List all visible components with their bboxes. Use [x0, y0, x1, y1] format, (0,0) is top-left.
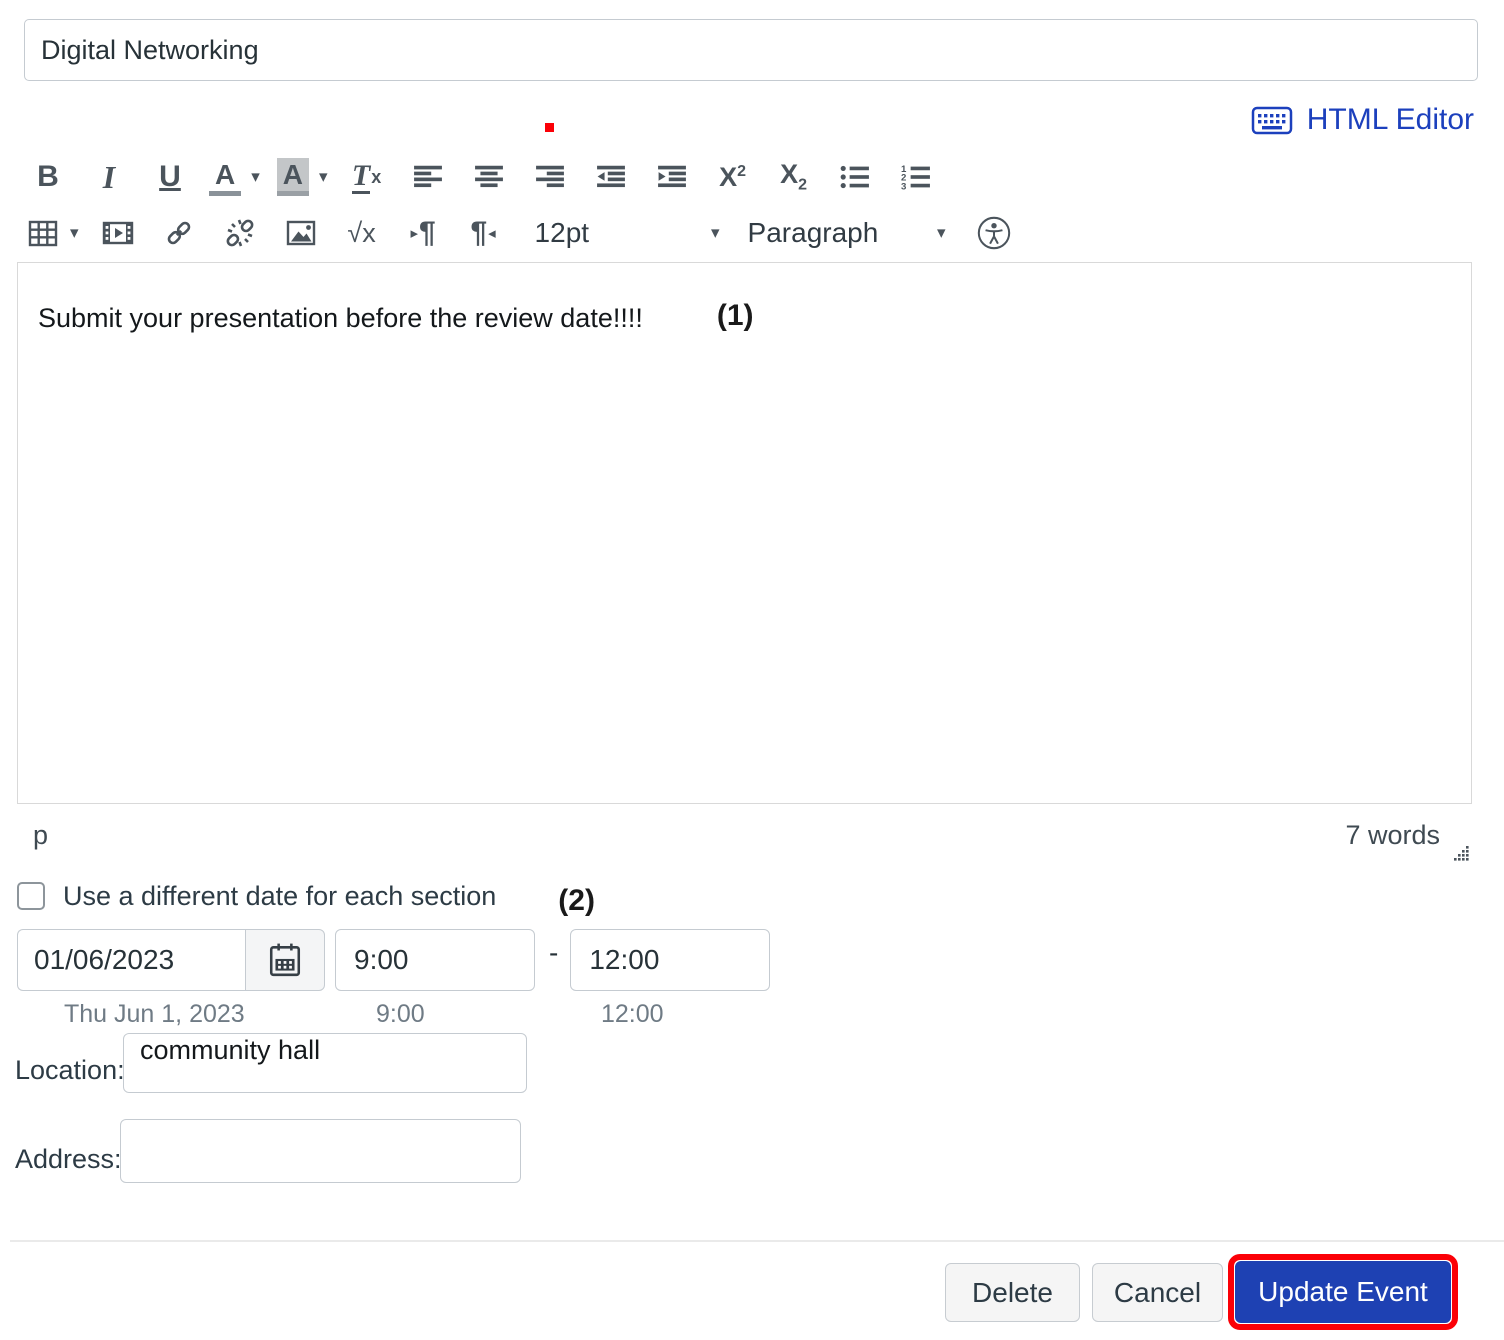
date-input[interactable]	[17, 929, 245, 991]
location-input[interactable]	[123, 1033, 527, 1093]
html-editor-link[interactable]: HTML Editor	[1251, 103, 1474, 137]
background-color-button[interactable]: A ▾	[276, 158, 328, 196]
align-left-button[interactable]	[406, 154, 450, 200]
align-right-button[interactable]	[528, 154, 572, 200]
chevron-down-icon[interactable]: ▾	[251, 167, 260, 187]
event-title-input[interactable]	[24, 19, 1478, 81]
element-path[interactable]: p	[33, 820, 48, 851]
address-input[interactable]	[120, 1119, 521, 1183]
background-color-icon: A	[276, 158, 310, 196]
date-helper-text: Thu Jun 1, 2023	[64, 1000, 245, 1028]
annotation-2: (2)	[558, 884, 595, 917]
toolbar-row-1: B I U A ▾ A ▾ Tx X2 X2 1 2 3	[26, 152, 1476, 202]
chevron-down-icon[interactable]: ▾	[70, 223, 79, 243]
editor-status-bar: p 7 words	[17, 812, 1470, 851]
chevron-down-icon: ▾	[937, 223, 946, 242]
word-count: 7 words	[1345, 820, 1440, 850]
keyboard-icon	[1251, 104, 1293, 136]
numbered-list-button[interactable]: 1 2 3	[894, 154, 938, 200]
annotation-1: (1)	[716, 299, 754, 332]
cancel-button[interactable]: Cancel	[1092, 1263, 1223, 1322]
underline-button[interactable]: U	[148, 154, 192, 200]
footer-divider	[10, 1240, 1504, 1242]
resize-handle-icon[interactable]	[1453, 845, 1470, 862]
different-date-label: Use a different date for each section	[63, 880, 497, 911]
image-button[interactable]	[279, 210, 323, 256]
accessibility-checker-button[interactable]	[972, 210, 1016, 256]
start-time-helper-text: 9:00	[376, 1000, 425, 1028]
rich-text-editor-body[interactable]: Submit your presentation before the revi…	[17, 262, 1472, 804]
outdent-button[interactable]	[589, 154, 633, 200]
paragraph-format-select[interactable]: Paragraph ▾	[748, 210, 946, 256]
calendar-icon	[268, 942, 302, 978]
calendar-button[interactable]	[245, 929, 325, 991]
start-time-input[interactable]	[335, 929, 535, 991]
chevron-down-icon: ▾	[711, 223, 720, 242]
font-size-select[interactable]: 12pt ▾	[535, 210, 720, 256]
red-dot-marker	[545, 123, 554, 132]
date-time-row: -	[17, 929, 771, 991]
end-time-input[interactable]	[570, 929, 771, 991]
location-label: Location:	[15, 1055, 125, 1085]
different-date-row: Use a different date for each section (2…	[17, 874, 595, 918]
subscript-button[interactable]: X2	[772, 154, 816, 200]
bullet-list-button[interactable]	[833, 154, 877, 200]
align-center-button[interactable]	[467, 154, 511, 200]
address-label: Address:	[15, 1144, 122, 1174]
update-event-highlight: Update Event	[1228, 1254, 1458, 1330]
media-button[interactable]	[96, 210, 140, 256]
superscript-button[interactable]: X2	[711, 154, 755, 200]
table-icon	[26, 217, 60, 249]
link-button[interactable]	[157, 210, 201, 256]
toolbar-row-2: ▾ √x ▸ ¶ ¶ ◂ 12pt ▾ Paragraph ▾	[26, 208, 1476, 258]
clear-formatting-button[interactable]: Tx	[345, 154, 389, 200]
update-event-button[interactable]: Update Event	[1235, 1261, 1451, 1323]
unlink-button[interactable]	[218, 210, 262, 256]
ltr-direction-button[interactable]: ▸ ¶	[401, 210, 445, 256]
equation-button[interactable]: √x	[340, 210, 384, 256]
text-color-icon: A	[209, 158, 242, 196]
indent-button[interactable]	[650, 154, 694, 200]
text-color-button[interactable]: A ▾	[209, 158, 260, 196]
table-button[interactable]: ▾	[26, 217, 79, 249]
rce-toolbar: B I U A ▾ A ▾ Tx X2 X2 1 2 3 ▾ √x ▸ ¶ ¶ …	[26, 152, 1476, 258]
date-combo	[17, 929, 325, 991]
end-time-helper-text: 12:00	[601, 1000, 664, 1028]
event-edit-page: HTML Editor B I U A ▾ A ▾ Tx	[0, 0, 1504, 1340]
delete-button[interactable]: Delete	[945, 1263, 1080, 1322]
bold-button[interactable]: B	[26, 154, 70, 200]
rtl-direction-button[interactable]: ¶ ◂	[462, 210, 506, 256]
html-editor-label: HTML Editor	[1306, 103, 1474, 136]
editor-paragraph[interactable]: Submit your presentation before the revi…	[38, 303, 643, 334]
italic-button[interactable]: I	[87, 154, 131, 200]
time-range-separator: -	[549, 937, 559, 968]
different-date-checkbox[interactable]	[17, 882, 45, 910]
chevron-down-icon[interactable]: ▾	[319, 167, 328, 187]
svg-text:3: 3	[901, 181, 906, 190]
